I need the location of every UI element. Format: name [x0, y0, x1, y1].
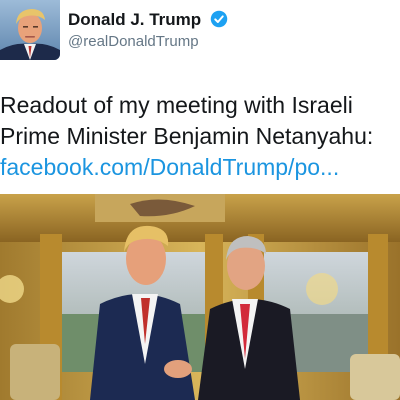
photo-image	[0, 194, 400, 400]
author-handle[interactable]: @realDonaldTrump	[68, 33, 199, 50]
author-avatar[interactable]	[0, 0, 60, 60]
author-name-text: Donald J. Trump	[68, 10, 202, 29]
verified-badge-icon	[210, 10, 228, 28]
tweet-link[interactable]: facebook.com/DonaldTrump/po...	[0, 152, 400, 183]
tweet-card: Donald J. Trump @realDonaldTrump Readout…	[0, 0, 400, 400]
tweet-text-line-1: Readout of my meeting with Israeli	[0, 92, 353, 118]
avatar-image	[0, 0, 60, 60]
author-name[interactable]: Donald J. Trump	[68, 10, 228, 30]
tweet-text-line-2: Prime Minister Benjamin Netanyahu:	[0, 123, 374, 149]
tweet-photo[interactable]	[0, 194, 400, 400]
tweet-text: Readout of my meeting with Israeli Prime…	[0, 90, 400, 183]
